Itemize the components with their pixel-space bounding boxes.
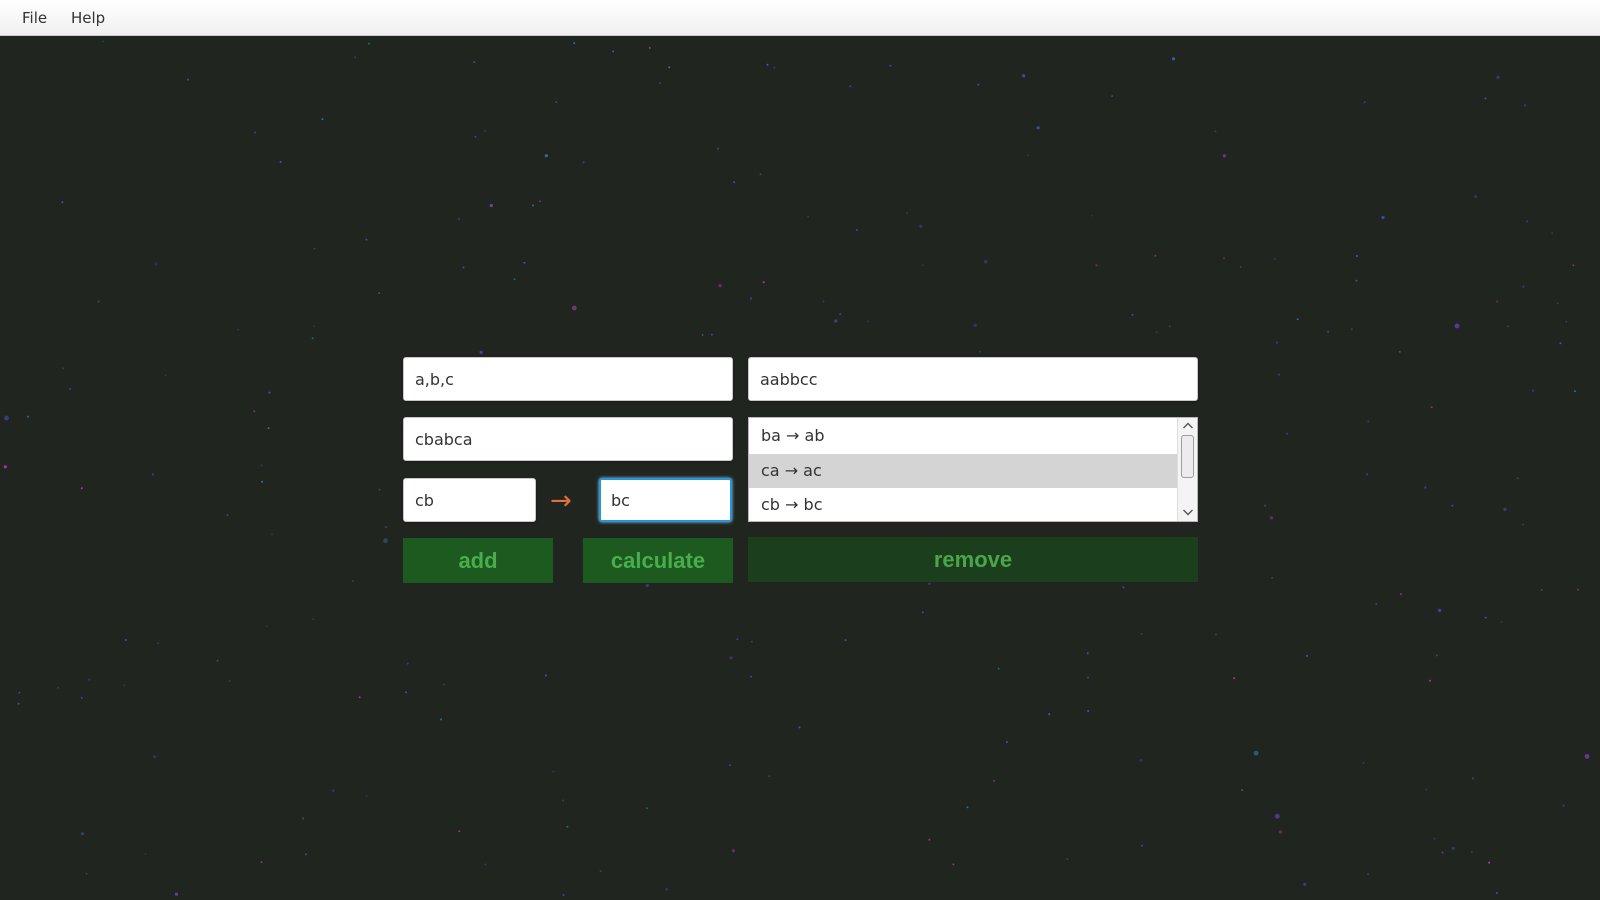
right-arrow-icon: → — [550, 486, 572, 516]
input-word-field[interactable] — [403, 417, 733, 461]
list-item-selected[interactable]: ca → ac — [749, 454, 1177, 488]
scrollbar[interactable] — [1177, 418, 1197, 521]
rules-list[interactable]: ba → ab ca → ac cb → bc — [748, 417, 1198, 522]
rule-from-field[interactable] — [403, 478, 536, 522]
chevron-up-icon[interactable] — [1182, 420, 1194, 432]
scrollbar-thumb[interactable] — [1181, 435, 1194, 478]
list-item[interactable]: cb → bc — [749, 488, 1177, 521]
chevron-down-icon[interactable] — [1182, 506, 1194, 518]
alphabet-field[interactable] — [403, 357, 733, 401]
add-button[interactable]: add — [403, 538, 553, 583]
list-item[interactable]: ba → ab — [749, 419, 1177, 453]
result-field[interactable] — [748, 357, 1198, 401]
rule-to-field[interactable] — [599, 478, 732, 522]
menu-file[interactable]: File — [22, 9, 47, 27]
remove-button[interactable]: remove — [748, 537, 1198, 582]
calculate-button[interactable]: calculate — [583, 538, 733, 583]
menu-help[interactable]: Help — [71, 9, 105, 27]
menu-bar: File Help — [0, 0, 1600, 36]
